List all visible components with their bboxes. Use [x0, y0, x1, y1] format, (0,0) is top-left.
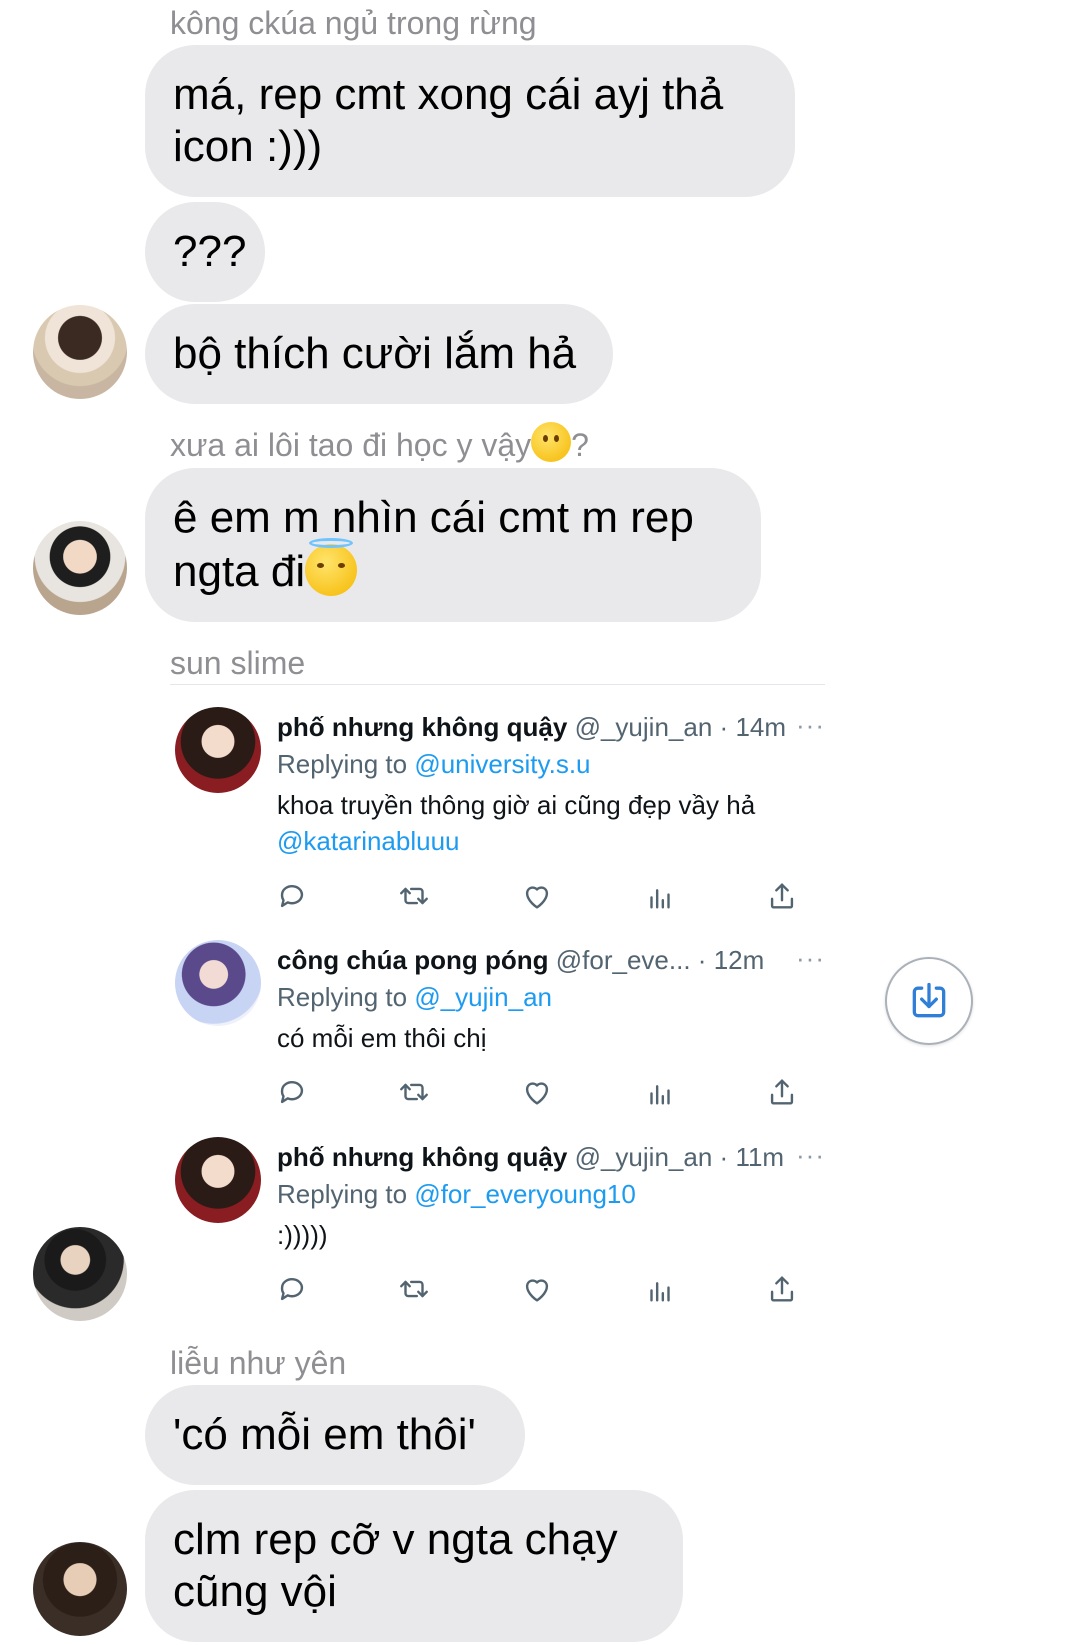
tweet-avatar[interactable]: [175, 1137, 261, 1223]
more-options-icon[interactable]: ···: [796, 940, 825, 976]
tweet-author-name[interactable]: công chúa pong póng: [277, 945, 549, 975]
heart-icon[interactable]: [520, 879, 554, 913]
tweet-text-content: khoa truyền thông giờ ai cũng đẹp vầy hả: [277, 790, 756, 820]
avatar[interactable]: [33, 1227, 127, 1321]
download-icon: [912, 982, 946, 1018]
divider: [170, 684, 825, 685]
tweet-header: phố nhưng không quậy @_yujin_an · 14m: [277, 707, 786, 747]
share-icon[interactable]: [765, 879, 799, 913]
views-icon[interactable]: [643, 1272, 677, 1306]
separator-dot: ·: [719, 712, 729, 742]
replying-to: Replying to @for_everyoung10: [277, 1175, 636, 1213]
separator-dot: ·: [719, 1142, 729, 1172]
avatar[interactable]: [33, 305, 127, 399]
avatar[interactable]: [33, 1542, 127, 1636]
tweet-actions: [275, 879, 835, 915]
share-icon[interactable]: [765, 1272, 799, 1306]
retweet-icon[interactable]: [397, 1272, 431, 1306]
tweet-text-mention[interactable]: @katarinabluuu: [277, 826, 460, 856]
sender-name-suffix: ?: [571, 427, 589, 463]
share-icon[interactable]: [765, 1075, 799, 1109]
tweet-handle[interactable]: @for_eve...: [556, 945, 691, 975]
tweet-actions: [275, 1075, 835, 1111]
tweet-text: :))))): [277, 1220, 328, 1250]
tweet-card[interactable]: công chúa pong póng @for_eve... · 12m ··…: [175, 940, 835, 1105]
heart-icon[interactable]: [520, 1075, 554, 1109]
message-bubble[interactable]: ???: [145, 202, 265, 302]
tweet-time: 11m: [735, 1142, 785, 1172]
retweet-icon[interactable]: [397, 1075, 431, 1109]
replying-to: Replying to @_yujin_an: [277, 978, 552, 1016]
tweet-header: công chúa pong póng @for_eve... · 12m: [277, 940, 764, 980]
sender-name: liễu như yên: [170, 1345, 347, 1381]
retweet-icon[interactable]: [397, 879, 431, 913]
message-text: ê em m nhìn cái cmt m rep ngta đi: [173, 493, 694, 596]
sender-name: kông ckúa ngủ trong rừng: [170, 5, 537, 41]
tweet-card[interactable]: phố nhưng không quậy @_yujin_an · 11m ··…: [175, 1137, 835, 1302]
sender-name: xưa ai lôi tao đi học y vậy?: [170, 422, 589, 465]
separator-dot: ·: [697, 945, 707, 975]
replying-to-label: Replying to: [277, 749, 408, 779]
views-icon[interactable]: [643, 879, 677, 913]
tweet-text: có mỗi em thôi chị: [277, 1023, 487, 1053]
reply-icon[interactable]: [275, 1272, 309, 1306]
smiling-face-with-halo-emoji-icon: [305, 538, 358, 596]
message-bubble[interactable]: 'có mỗi em thôi': [145, 1385, 525, 1485]
replying-to-mention[interactable]: @for_everyoung10: [414, 1179, 636, 1209]
replying-to-label: Replying to: [277, 982, 408, 1012]
sender-name-text: xưa ai lôi tao đi học y vậy: [170, 427, 532, 463]
tweet-card[interactable]: phố nhưng không quậy @_yujin_an · 14m ··…: [175, 707, 837, 909]
heart-icon[interactable]: [520, 1272, 554, 1306]
replying-to-mention[interactable]: @university.s.u: [414, 749, 590, 779]
tweet-time: 14m: [735, 712, 787, 742]
replying-to: Replying to @university.s.u: [277, 745, 591, 783]
replying-to-mention[interactable]: @_yujin_an: [414, 982, 552, 1012]
tweet-author-name[interactable]: phố nhưng không quậy: [277, 712, 567, 742]
message-bubble[interactable]: bộ thích cười lắm hả: [145, 304, 613, 404]
message-bubble[interactable]: má, rep cmt xong cái ayj thả icon :))): [145, 45, 795, 197]
tweet-avatar[interactable]: [175, 940, 261, 1026]
message-bubble[interactable]: clm rep cỡ v ngta chạy cũng vội: [145, 1490, 683, 1642]
tweet-header: phố nhưng không quậy @_yujin_an · 11m: [277, 1137, 784, 1177]
views-icon[interactable]: [643, 1075, 677, 1109]
reply-icon[interactable]: [275, 879, 309, 913]
more-options-icon[interactable]: ···: [796, 707, 825, 743]
slightly-smiling-face-emoji-icon: [531, 422, 572, 462]
message-bubble[interactable]: ê em m nhìn cái cmt m rep ngta đi: [145, 468, 761, 622]
tweet-time: 12m: [713, 945, 765, 975]
tweet-actions: [275, 1272, 835, 1308]
save-to-photos-button[interactable]: [885, 957, 973, 1045]
tweet-handle[interactable]: @_yujin_an: [575, 712, 713, 742]
more-options-icon[interactable]: ···: [796, 1137, 825, 1173]
tweet-handle[interactable]: @_yujin_an: [575, 1142, 713, 1172]
replying-to-label: Replying to: [277, 1179, 408, 1209]
avatar[interactable]: [33, 521, 127, 615]
tweet-text: khoa truyền thông giờ ai cũng đẹp vầy hả…: [277, 787, 837, 859]
tweet-avatar[interactable]: [175, 707, 261, 793]
sender-name: sun slime: [170, 645, 306, 681]
tweet-author-name[interactable]: phố nhưng không quậy: [277, 1142, 567, 1172]
reply-icon[interactable]: [275, 1075, 309, 1109]
